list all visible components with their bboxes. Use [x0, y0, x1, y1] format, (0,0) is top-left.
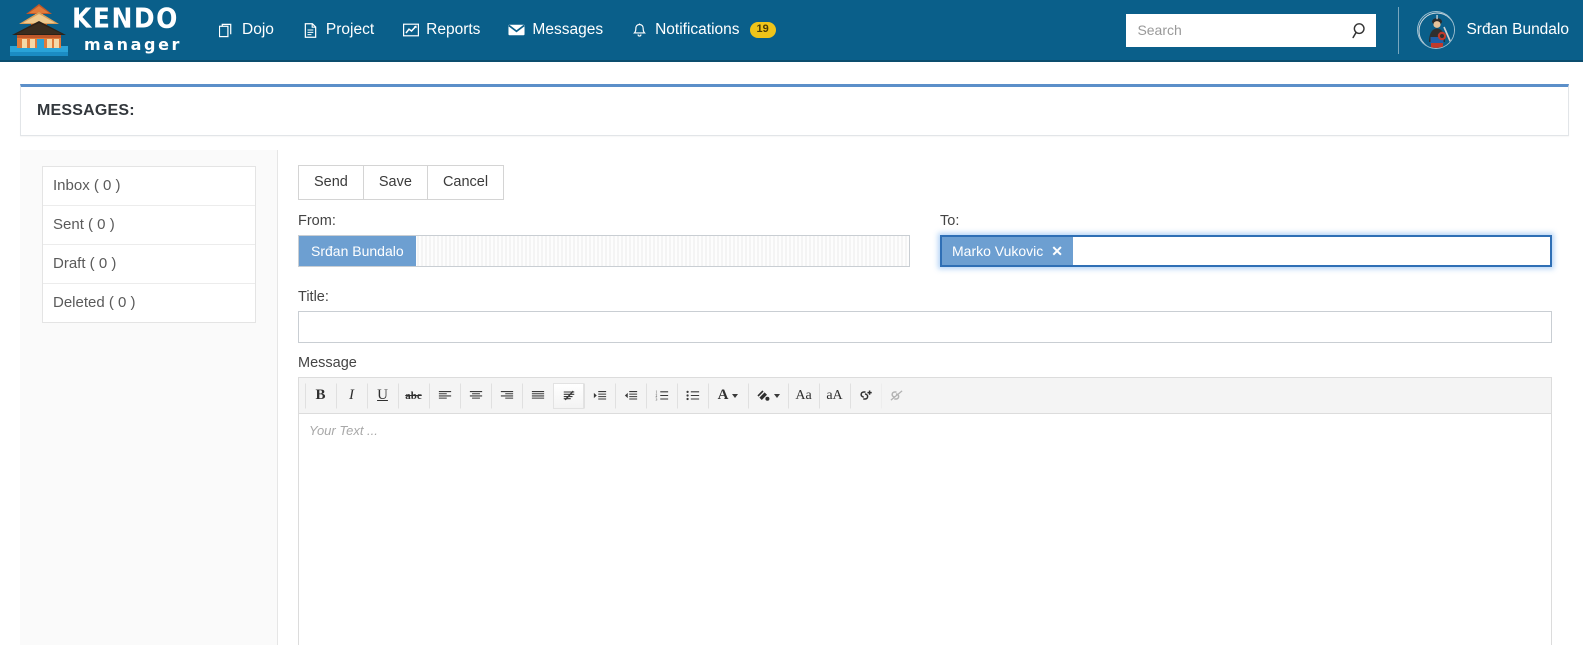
compose-actions: Send Save Cancel [298, 165, 505, 201]
from-input: Srđan Bundalo [298, 235, 910, 268]
chevron-down-icon [732, 393, 739, 398]
sidebar-item-deleted[interactable]: Deleted ( 0 ) [43, 284, 255, 322]
sidebar-item-inbox[interactable]: Inbox ( 0 ) [43, 167, 255, 206]
strikethrough-icon[interactable]: abc [398, 382, 429, 409]
to-field-group: To: Marko Vukovic ✕ [940, 213, 1552, 268]
svg-text:3: 3 [655, 398, 657, 401]
copy-icon [218, 22, 235, 39]
nav-item-label: Notifications [655, 21, 740, 38]
nav-item-label: Project [325, 21, 375, 38]
page-title: MESSAGES: [37, 102, 135, 119]
rich-text-editor: B I U abc 1 2 3 A Aa aA Your Text ... [298, 377, 1552, 645]
remove-format-icon[interactable] [553, 382, 584, 409]
save-button[interactable]: Save [362, 165, 427, 201]
nav-item-notifications[interactable]: Notifications 19 [617, 11, 790, 49]
user-menu[interactable]: Srđan Bundalo [1417, 11, 1583, 49]
indent-icon[interactable] [584, 382, 615, 409]
brand-manager-text: manager [84, 35, 183, 54]
ordered-list-icon[interactable]: 1 2 3 [646, 382, 677, 409]
from-label: From: [298, 213, 336, 230]
compose-form: Send Save Cancel From: Srđan Bundalo To:… [278, 150, 1569, 645]
to-token: Marko Vukovic ✕ [942, 237, 1074, 266]
message-label: Message [298, 355, 357, 372]
nav-item-reports[interactable]: Reports [388, 11, 494, 49]
mail-folders-sidebar: Inbox ( 0 ) Sent ( 0 ) Draft ( 0 ) Delet… [20, 150, 278, 645]
primary-nav: Dojo Project Reports Messages Notificati… [204, 11, 790, 49]
brand-logo[interactable]: KENDO manager [0, 0, 190, 61]
message-field-group: Message B I U abc 1 2 3 A Aa aA Your Tex… [298, 355, 1552, 645]
nav-item-label: Dojo [242, 21, 274, 38]
to-token-label: Marko Vukovic [952, 243, 1044, 260]
nav-item-label: Messages [532, 21, 604, 38]
avatar [1417, 11, 1456, 49]
outdent-icon[interactable] [615, 382, 646, 409]
brand-kendo-text: KENDO [72, 1, 179, 35]
insert-link-icon[interactable] [850, 382, 881, 409]
content-row: Inbox ( 0 ) Sent ( 0 ) Draft ( 0 ) Delet… [20, 150, 1569, 645]
nav-item-messages[interactable]: Messages [494, 11, 617, 49]
page-header-panel: MESSAGES: [20, 84, 1569, 136]
align-left-icon[interactable] [429, 382, 460, 409]
unordered-list-icon[interactable] [677, 382, 708, 409]
underline-icon[interactable]: U [367, 382, 398, 409]
envelope-icon [508, 22, 526, 39]
editor-toolbar: B I U abc 1 2 3 A Aa aA [299, 378, 1551, 415]
editor-placeholder: Your Text ... [309, 423, 378, 439]
search-button[interactable] [1350, 20, 1370, 40]
top-navbar: KENDO manager Dojo Project Reports Messa… [0, 0, 1583, 62]
nav-item-dojo[interactable]: Dojo [204, 11, 288, 49]
italic-icon[interactable]: I [336, 382, 367, 409]
font-color-icon[interactable]: A [708, 382, 748, 409]
nav-item-label: Reports [426, 21, 481, 38]
title-label: Title: [298, 289, 329, 306]
page-body: MESSAGES: Inbox ( 0 ) Sent ( 0 ) Draft (… [0, 62, 1583, 645]
chevron-down-icon [774, 393, 780, 398]
align-right-icon[interactable] [491, 382, 522, 409]
chart-line-icon [402, 22, 419, 39]
user-name: Srđan Bundalo [1466, 21, 1569, 38]
font-size-decrease-icon[interactable]: aA [819, 382, 850, 409]
navbar-divider [1398, 6, 1400, 54]
title-field-group: Title: [298, 289, 1552, 344]
nav-item-project[interactable]: Project [288, 11, 388, 49]
search-icon [1352, 22, 1369, 39]
notifications-badge: 19 [749, 22, 776, 38]
to-input[interactable]: Marko Vukovic ✕ [940, 235, 1552, 268]
cancel-button[interactable]: Cancel [426, 165, 505, 201]
to-label: To: [940, 213, 960, 230]
sidebar-item-draft[interactable]: Draft ( 0 ) [43, 245, 255, 284]
sidebar-item-sent[interactable]: Sent ( 0 ) [43, 206, 255, 245]
navbar-right: Srđan Bundalo [1126, 0, 1583, 61]
editor-content-area[interactable]: Your Text ... [299, 414, 1551, 645]
unlink-icon [881, 382, 912, 409]
send-button[interactable]: Send [298, 165, 363, 201]
bold-icon[interactable]: B [305, 382, 336, 409]
from-to-row: From: Srđan Bundalo To: Marko Vukovic ✕ [298, 213, 1552, 268]
document-icon [302, 22, 319, 39]
align-center-icon[interactable] [460, 382, 491, 409]
search-box [1126, 13, 1377, 47]
from-field-group: From: Srđan Bundalo [298, 213, 910, 268]
from-token: Srđan Bundalo [299, 236, 416, 267]
remove-recipient-icon[interactable]: ✕ [1051, 244, 1063, 258]
background-color-icon[interactable] [748, 382, 788, 409]
bell-icon [631, 22, 648, 39]
font-size-increase-icon[interactable]: Aa [788, 382, 819, 409]
align-justify-icon[interactable] [522, 382, 553, 409]
search-input[interactable] [1126, 13, 1377, 47]
mail-folder-list: Inbox ( 0 ) Sent ( 0 ) Draft ( 0 ) Delet… [42, 166, 256, 323]
pagoda-temple-logo [8, 2, 70, 58]
title-input[interactable] [298, 311, 1552, 344]
